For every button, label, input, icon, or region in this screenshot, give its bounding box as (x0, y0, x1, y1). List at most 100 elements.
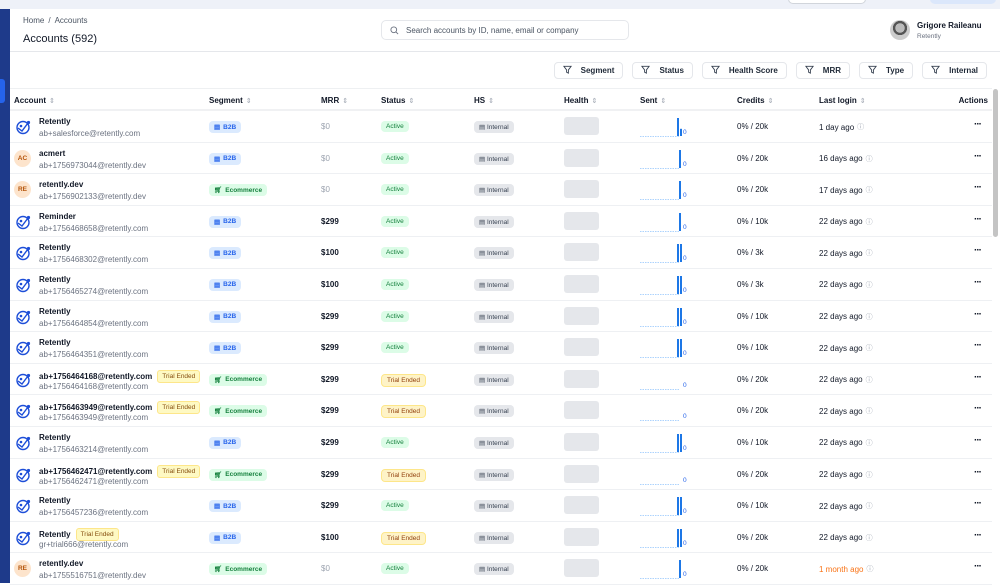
account-name-cell[interactable]: retently.dev (39, 559, 83, 568)
search-box[interactable] (381, 20, 629, 40)
more-actions-button[interactable]: ··· (974, 214, 982, 225)
search-input[interactable] (406, 25, 616, 35)
info-icon[interactable]: ⓘ (857, 122, 864, 132)
account-name[interactable]: acmert (39, 149, 65, 158)
table-row[interactable]: RE retently.dev ab+1755516751@retently.d… (10, 553, 992, 585)
more-actions-button[interactable]: ··· (974, 498, 982, 509)
account-name-cell[interactable]: Retently (39, 433, 71, 442)
building-icon: ▤ (479, 250, 487, 258)
table-row[interactable]: Retently Trial Ended gr+trial666@retently… (10, 522, 992, 554)
filter-internal-button[interactable]: Internal (922, 62, 987, 79)
filter-status-button[interactable]: Status (632, 62, 693, 79)
account-name[interactable]: Retently (39, 243, 71, 252)
table-row[interactable]: AC acmert ab+1756973044@retently.dev ▤ B2… (10, 143, 992, 175)
account-name[interactable]: retently.dev (39, 180, 83, 189)
table-row[interactable]: Retently ab+1756464854@retently.com ▤ B2B… (10, 301, 992, 333)
account-name[interactable]: Retently (39, 530, 71, 539)
account-name[interactable]: Reminder (39, 212, 76, 221)
more-actions-button[interactable]: ··· (974, 372, 982, 383)
column-header-sent[interactable]: Sent ⇕ (640, 96, 666, 105)
more-actions-button[interactable]: ··· (974, 530, 982, 541)
account-name-cell[interactable]: acmert (39, 149, 65, 158)
column-header-account[interactable]: Account ⇕ (14, 96, 55, 105)
table-row[interactable]: Retently ab+1756457236@retently.com ▤ B2B… (10, 490, 992, 522)
sidebar-active-item[interactable] (0, 79, 5, 103)
info-icon[interactable]: ⓘ (866, 501, 873, 511)
info-icon[interactable]: ⓘ (866, 470, 873, 480)
info-icon[interactable]: ⓘ (866, 185, 873, 195)
breadcrumb-home[interactable]: Home (23, 16, 44, 25)
info-icon[interactable]: ⓘ (866, 564, 873, 574)
last-login-text: 22 days ago (819, 438, 863, 448)
column-header-health[interactable]: Health ⇕ (564, 96, 597, 105)
column-header-last-login[interactable]: Last login ⇕ (819, 96, 866, 105)
account-name[interactable]: Retently (39, 338, 71, 347)
table-row[interactable]: Retently ab+1756465274@retently.com ▤ B2B… (10, 269, 992, 301)
account-name[interactable]: Retently (39, 307, 71, 316)
info-icon[interactable]: ⓘ (866, 438, 873, 448)
info-icon[interactable]: ⓘ (866, 154, 873, 164)
account-name[interactable]: Retently (39, 275, 71, 284)
account-name-cell[interactable]: Retently (39, 496, 71, 505)
account-name[interactable]: ab+1756462471@retently.com (39, 467, 152, 476)
account-name-cell[interactable]: Retently (39, 307, 71, 316)
column-header-hs[interactable]: HS ⇕ (474, 96, 494, 105)
filter-type-button[interactable]: Type (859, 62, 914, 79)
info-icon[interactable]: ⓘ (866, 343, 873, 353)
scrollbar[interactable] (993, 89, 998, 237)
column-header-mrr[interactable]: MRR ⇕ (321, 96, 348, 105)
account-name[interactable]: retently.dev (39, 559, 83, 568)
table-row[interactable]: Retently ab+1756468302@retently.com ▤ B2B… (10, 237, 992, 269)
more-actions-button[interactable]: ··· (974, 309, 982, 320)
info-icon[interactable]: ⓘ (866, 312, 873, 322)
info-icon[interactable]: ⓘ (866, 375, 873, 385)
filter-mrr-button[interactable]: MRR (795, 62, 851, 79)
table-row[interactable]: Retently ab+salesforce@retently.com ▤ B2B… (10, 111, 992, 143)
info-icon[interactable]: ⓘ (866, 406, 873, 416)
browser-button[interactable] (930, 0, 996, 4)
info-icon[interactable]: ⓘ (866, 217, 873, 227)
account-name-cell[interactable]: Retently (39, 338, 71, 347)
column-header-segment[interactable]: Segment ⇕ (209, 96, 252, 105)
account-name[interactable]: Retently (39, 433, 71, 442)
account-name-cell[interactable]: Reminder (39, 212, 76, 221)
more-actions-button[interactable]: ··· (974, 119, 982, 130)
more-actions-button[interactable]: ··· (974, 340, 982, 351)
account-name-cell[interactable]: retently.dev (39, 180, 83, 189)
last-login-text: 22 days ago (819, 217, 863, 227)
account-name[interactable]: Retently (39, 496, 71, 505)
account-name[interactable]: Retently (39, 117, 71, 126)
column-header-status[interactable]: Status ⇕ (381, 96, 414, 105)
more-actions-button[interactable]: ··· (974, 245, 982, 256)
user-menu[interactable]: Grigore Raileanu Retently (890, 20, 981, 40)
more-actions-button[interactable]: ··· (974, 151, 982, 162)
table-row[interactable]: RE retently.dev ab+1756902133@retently.d… (10, 174, 992, 206)
filter-health-score-button[interactable]: Health Score (701, 62, 787, 79)
table-row[interactable]: Retently ab+1756463214@retently.com ▤ B2B… (10, 427, 992, 459)
column-header-credits[interactable]: Credits ⇕ (737, 96, 773, 105)
filter-segment-button[interactable]: Segment (553, 62, 624, 79)
more-actions-button[interactable]: ··· (974, 403, 982, 414)
table-row[interactable]: Retently ab+1756464351@retently.com ▤ B2B… (10, 332, 992, 364)
building-icon: ▤ (214, 155, 221, 163)
info-icon[interactable]: ⓘ (866, 280, 873, 290)
more-actions-button[interactable]: ··· (974, 182, 982, 193)
sort-icon: ⇕ (488, 97, 494, 105)
account-name-cell[interactable]: Retently (39, 275, 71, 284)
account-name-cell[interactable]: Retently (39, 117, 71, 126)
account-name-cell[interactable]: Retently (39, 243, 71, 252)
column-header-actions[interactable]: Actions (959, 96, 988, 105)
more-actions-button[interactable]: ··· (974, 435, 982, 446)
info-icon[interactable]: ⓘ (866, 248, 873, 258)
table-row[interactable]: Reminder ab+1756468658@retently.com ▤ B2B… (10, 206, 992, 238)
table-row[interactable]: ab+1756463949@retently.com Trial Ended ab… (10, 395, 992, 427)
more-actions-button[interactable]: ··· (974, 467, 982, 478)
browser-button[interactable] (788, 0, 866, 4)
more-actions-button[interactable]: ··· (974, 277, 982, 288)
account-name[interactable]: ab+1756464168@retently.com (39, 372, 152, 381)
more-actions-button[interactable]: ··· (974, 561, 982, 572)
account-name[interactable]: ab+1756463949@retently.com (39, 403, 152, 412)
table-row[interactable]: ab+1756462471@retently.com Trial Ended ab… (10, 459, 992, 491)
info-icon[interactable]: ⓘ (866, 533, 873, 543)
table-row[interactable]: ab+1756464168@retently.com Trial Ended ab… (10, 364, 992, 396)
